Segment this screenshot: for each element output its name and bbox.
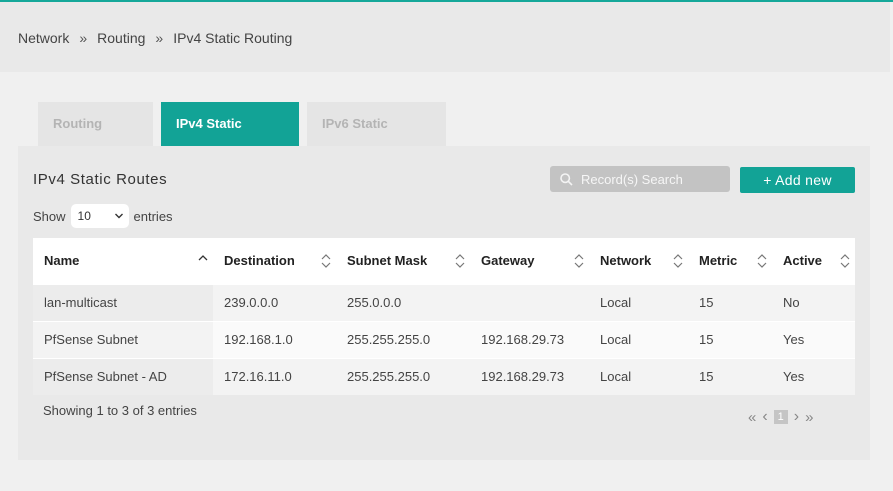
breadcrumb-current: IPv4 Static Routing	[173, 30, 293, 46]
column-header-network[interactable]: Network	[589, 238, 688, 284]
panel-title: IPv4 Static Routes	[33, 171, 168, 188]
routes-panel: IPv4 Static Routes + Add new Show 10 ent…	[18, 146, 870, 460]
search-icon	[560, 172, 573, 186]
pagination: « ‹ 1 › »	[748, 408, 813, 426]
cell-metric: 15	[688, 285, 772, 321]
breadcrumb-routing[interactable]: Routing	[97, 30, 145, 46]
sort-icon	[574, 254, 584, 268]
entries-label: entries	[133, 208, 173, 224]
table-header: Name Destination Subnet Mask Gateway Net…	[33, 238, 855, 284]
routes-table: Name Destination Subnet Mask Gateway Net…	[33, 238, 855, 395]
table-row[interactable]: PfSense Subnet 192.168.1.0 255.255.255.0…	[33, 321, 855, 358]
cell-gateway	[470, 285, 589, 321]
last-page-icon[interactable]: »	[805, 409, 813, 426]
sort-asc-icon	[198, 255, 208, 261]
cell-name: PfSense Subnet	[33, 322, 213, 358]
add-new-button[interactable]: + Add new	[740, 167, 855, 193]
breadcrumb-separator: »	[155, 30, 164, 46]
search-input[interactable]	[579, 170, 728, 188]
tab-ipv6-static-routes[interactable]: IPv6 Static Routes	[307, 102, 446, 175]
cell-subnet-mask: 255.0.0.0	[336, 285, 470, 321]
breadcrumb-network[interactable]: Network	[18, 30, 69, 46]
column-header-gateway[interactable]: Gateway	[470, 238, 589, 284]
column-label: Network	[600, 253, 652, 268]
column-label: Subnet Mask	[347, 253, 428, 268]
table-row[interactable]: lan-multicast 239.0.0.0 255.0.0.0 Local …	[33, 284, 855, 321]
page-header: Network » Routing » IPv4 Static Routing	[0, 2, 890, 72]
cell-destination: 239.0.0.0	[213, 285, 336, 321]
table-row[interactable]: PfSense Subnet - AD 172.16.11.0 255.255.…	[33, 358, 855, 395]
cell-active: Yes	[772, 359, 855, 395]
entries-value: 10	[77, 209, 91, 223]
prev-page-icon[interactable]: ‹	[762, 408, 767, 426]
first-page-icon[interactable]: «	[748, 409, 756, 426]
column-label: Gateway	[481, 253, 535, 268]
column-header-active[interactable]: Active	[772, 238, 855, 284]
cell-name: PfSense Subnet - AD	[33, 359, 213, 395]
tab-bar: Routing Mode IPv4 Static Routes IPv6 Sta…	[38, 102, 454, 175]
column-label: Destination	[224, 253, 295, 268]
show-label: Show	[33, 208, 66, 224]
column-header-name[interactable]: Name	[33, 238, 213, 284]
sort-icon	[455, 254, 465, 268]
cell-name: lan-multicast	[33, 285, 213, 321]
table-info: Showing 1 to 3 of 3 entries	[43, 403, 197, 418]
breadcrumb-separator: »	[79, 30, 88, 46]
cell-network: Local	[589, 359, 688, 395]
sort-icon	[757, 254, 767, 268]
cell-network: Local	[589, 285, 688, 321]
cell-metric: 15	[688, 359, 772, 395]
sort-icon	[673, 254, 683, 268]
cell-destination: 192.168.1.0	[213, 322, 336, 358]
next-page-icon[interactable]: ›	[794, 408, 799, 426]
cell-gateway: 192.168.29.73	[470, 322, 589, 358]
breadcrumb: Network » Routing » IPv4 Static Routing	[18, 30, 292, 46]
cell-destination: 172.16.11.0	[213, 359, 336, 395]
cell-gateway: 192.168.29.73	[470, 359, 589, 395]
tab-routing-mode[interactable]: Routing Mode	[38, 102, 153, 175]
sort-icon	[840, 254, 850, 268]
cell-metric: 15	[688, 322, 772, 358]
cell-active: No	[772, 285, 855, 321]
column-label: Name	[44, 253, 80, 268]
tab-ipv4-static-routes[interactable]: IPv4 Static Routes	[161, 102, 299, 175]
column-header-destination[interactable]: Destination	[213, 238, 336, 284]
column-label: Metric	[699, 253, 738, 268]
column-header-metric[interactable]: Metric	[688, 238, 772, 284]
entries-length-control: Show 10 entries	[33, 204, 173, 228]
sort-icon	[321, 254, 331, 268]
search-box[interactable]	[550, 166, 730, 192]
column-label: Active	[783, 253, 823, 268]
cell-subnet-mask: 255.255.255.0	[336, 322, 470, 358]
cell-network: Local	[589, 322, 688, 358]
column-header-subnet-mask[interactable]: Subnet Mask	[336, 238, 470, 284]
page-1-button[interactable]: 1	[773, 410, 788, 424]
cell-subnet-mask: 255.255.255.0	[336, 359, 470, 395]
chevron-down-icon	[114, 213, 123, 219]
entries-select[interactable]: 10	[70, 204, 129, 228]
cell-active: Yes	[772, 322, 855, 358]
